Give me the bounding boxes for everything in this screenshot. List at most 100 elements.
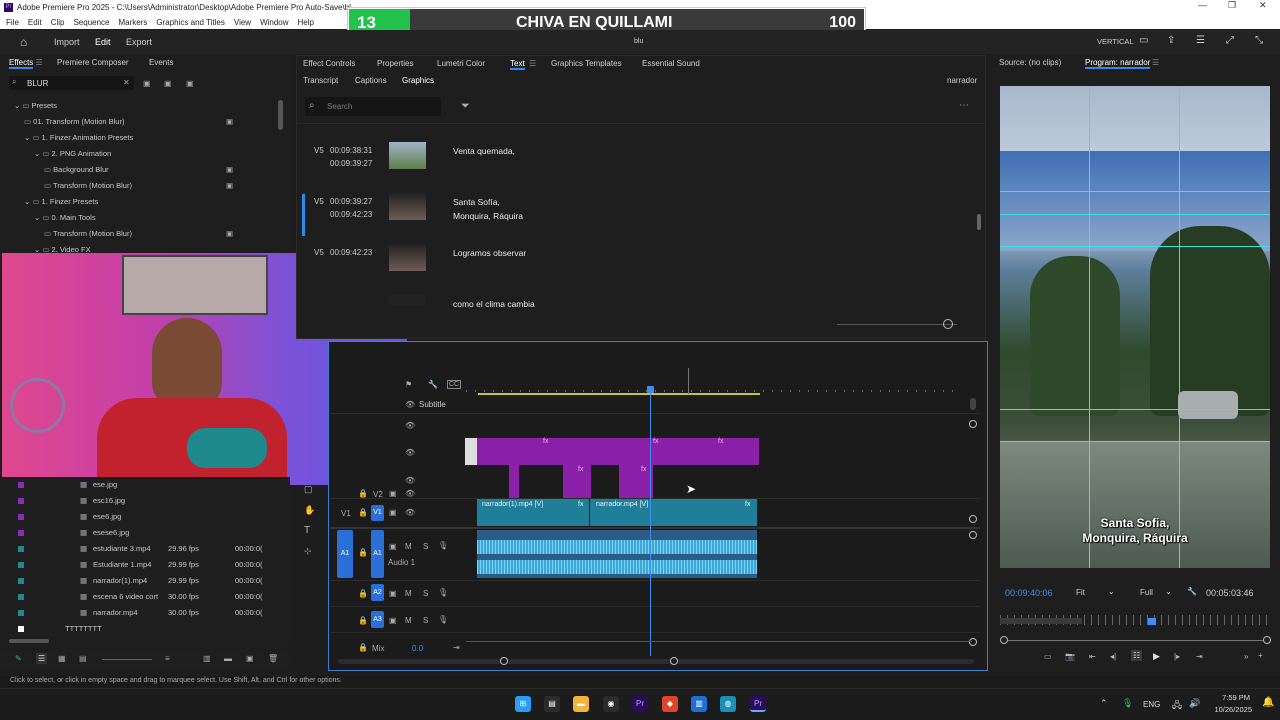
text-menu-icon[interactable]: ☰ <box>529 59 536 68</box>
tab-text[interactable]: Text <box>510 59 525 70</box>
tab-premiere-composer[interactable]: Premiere Composer <box>57 58 129 67</box>
v2-sync-icon[interactable]: ▣ <box>389 489 397 498</box>
clock-time[interactable]: 7:59 PM <box>1210 693 1250 702</box>
zoom-slider[interactable] <box>102 659 152 660</box>
tab-graphics-templates[interactable]: Graphics Templates <box>551 59 622 68</box>
a2-solo-button[interactable]: S <box>423 589 428 598</box>
freeform-view-icon[interactable]: ▤ <box>79 654 87 663</box>
playhead-line[interactable] <box>650 393 651 656</box>
tab-captions[interactable]: Captions <box>355 76 387 85</box>
program-video-frame[interactable]: Santa Sofia, Monquira, Ráquira <box>1000 86 1270 568</box>
clock-date[interactable]: 10/26/2025 <box>1206 705 1252 714</box>
notepad-icon[interactable]: ▥ <box>691 696 707 712</box>
effects-tree-item[interactable]: ▭ Transform (Motion Blur) <box>44 229 132 238</box>
a1-track-target[interactable]: A1 <box>371 530 384 578</box>
step-back-icon[interactable]: ◂| <box>1110 652 1116 661</box>
project-list-item[interactable]: ▦ narrador.mp4 30.00 fps 00:00:0( <box>18 608 278 617</box>
a1-source-target[interactable]: A1 <box>337 530 353 578</box>
purple-clip-v3[interactable] <box>509 465 519 498</box>
mix-lock-icon[interactable]: 🔒 <box>358 643 368 652</box>
graphics-search[interactable]: ⌕ Search <box>305 97 441 116</box>
export-frame-icon[interactable]: 📷 <box>1065 652 1075 661</box>
a1-sync-icon[interactable]: ▣ <box>389 542 397 551</box>
effects-tree-item[interactable]: ⌄ ▭ 1. Finzer Presets <box>24 197 98 206</box>
tab-transcript[interactable]: Transcript <box>303 76 338 85</box>
more-controls-icon[interactable]: » <box>1244 652 1248 661</box>
accelerated-effects-icon[interactable]: ▣ <box>143 79 151 88</box>
v2-eye-icon[interactable]: 👁 <box>405 489 415 498</box>
crop-tool-icon[interactable]: ⊹ <box>304 546 312 557</box>
caption-scrollbar[interactable] <box>977 214 981 230</box>
graphics-search-input[interactable]: Search <box>327 102 352 111</box>
language-indicator[interactable]: ENG <box>1143 700 1160 709</box>
edge-icon[interactable]: ◍ <box>720 696 736 712</box>
subtitle-eye-icon[interactable]: 👁 <box>405 400 415 409</box>
caption-text[interactable]: Santa Sofía, <box>453 197 500 207</box>
a1-mic-icon[interactable]: 🎙 <box>438 541 448 550</box>
effects-scrollbar[interactable] <box>278 100 283 130</box>
a3-lock-icon[interactable]: 🔒 <box>358 616 368 625</box>
video-clip-narrador[interactable]: narrador.mp4 [V] fx <box>590 499 757 526</box>
settings-icon[interactable]: ☷ <box>1131 650 1143 661</box>
purple-clip-v4[interactable] <box>477 438 759 465</box>
selection-tool-icon[interactable]: ▢ <box>304 484 313 495</box>
purple-clip-v3[interactable] <box>563 465 591 498</box>
clear-search-icon[interactable]: ✕ <box>123 78 130 87</box>
tray-overflow-icon[interactable]: ⌃ <box>1100 698 1108 709</box>
progress-icon[interactable]: ☰ <box>1196 35 1205 46</box>
effects-tree-item[interactable]: ⌄ ▭ 2. PNG Animation <box>34 149 111 158</box>
layout-label[interactable]: VERTICAL <box>1097 37 1134 46</box>
video-zoom-handle[interactable] <box>969 515 977 523</box>
zoom-bar-handle-right[interactable] <box>1263 636 1271 644</box>
v1-track-target[interactable]: V1 <box>371 505 384 521</box>
project-h-scrollbar[interactable] <box>9 639 49 643</box>
timeline-v-scrollbar[interactable] <box>970 398 976 410</box>
menu-file[interactable]: File <box>6 18 19 27</box>
video-zoom-handle[interactable] <box>969 420 977 428</box>
caption-text[interactable]: Venta quemada, <box>453 146 515 156</box>
zoom-bar-handle-left[interactable] <box>1000 636 1008 644</box>
a3-mic-icon[interactable]: 🎙 <box>438 615 448 624</box>
a2-sync-icon[interactable]: ▣ <box>389 589 397 598</box>
program-menu-icon[interactable]: ☰ <box>1152 58 1159 67</box>
tab-edit[interactable]: Edit <box>95 37 111 47</box>
project-list-item[interactable]: ▦ esc16.jpg <box>18 496 278 505</box>
more-options-icon[interactable]: ⋯ <box>959 100 969 111</box>
v1-source-label[interactable]: V1 <box>341 509 351 518</box>
a1-mute-button[interactable]: M <box>405 542 412 551</box>
tab-effects[interactable]: Effects ☰ <box>9 58 43 69</box>
scroll-handle-left[interactable] <box>500 657 508 665</box>
scroll-handle-right[interactable] <box>670 657 678 665</box>
a3-track-target[interactable]: A3 <box>371 611 384 628</box>
effects-tree-item[interactable]: ⌄ ▭ Presets <box>14 101 57 110</box>
32bit-effects-icon[interactable]: ▣ <box>164 79 172 88</box>
tab-essential-sound[interactable]: Essential Sound <box>642 59 700 68</box>
go-to-in-icon[interactable]: ⇤ <box>1089 652 1096 661</box>
tab-source[interactable]: Source: (no clips) <box>999 58 1061 67</box>
tab-program[interactable]: Program: narrador <box>1085 58 1151 69</box>
workspace-icon[interactable]: ▭ <box>1139 35 1148 46</box>
network-icon[interactable]: 🖧 <box>1172 698 1182 714</box>
menu-clip[interactable]: Clip <box>51 18 65 27</box>
v1-eye-icon[interactable]: 👁 <box>405 508 415 517</box>
a1-lock-icon[interactable]: 🔒 <box>358 548 368 557</box>
effects-search-input[interactable]: BLUR <box>27 79 48 88</box>
zoom-select[interactable]: Fit ⌄ <box>1072 586 1117 600</box>
tab-lumetri-color[interactable]: Lumetri Color <box>437 59 485 68</box>
effects-tree-item[interactable]: ⌄ ▭ 0. Main Tools <box>34 213 96 222</box>
project-list-item[interactable]: ▦ ese.jpg <box>18 480 278 489</box>
snap-icon[interactable]: ⚑ <box>405 380 412 389</box>
zoom-bar[interactable] <box>1004 640 1270 641</box>
premiere-active-icon[interactable]: Pr <box>750 696 766 712</box>
add-button-icon[interactable]: + <box>1258 651 1263 660</box>
a2-lock-icon[interactable]: 🔒 <box>358 589 368 598</box>
project-list-item[interactable]: ▦ narrador(1).mp4 29.99 fps 00:00:0( <box>18 576 278 585</box>
effects-search[interactable]: ⌕ BLUR ✕ <box>9 76 134 90</box>
mix-value[interactable]: 0.0 <box>412 644 423 653</box>
tab-import[interactable]: Import <box>54 37 80 47</box>
mix-go-to-icon[interactable]: ⇥ <box>453 643 460 652</box>
a3-solo-button[interactable]: S <box>423 616 428 625</box>
share-icon[interactable]: ⇪ <box>1167 35 1175 46</box>
close-button[interactable]: ✕ <box>1259 0 1267 11</box>
a2-track-target[interactable]: A2 <box>371 584 384 601</box>
